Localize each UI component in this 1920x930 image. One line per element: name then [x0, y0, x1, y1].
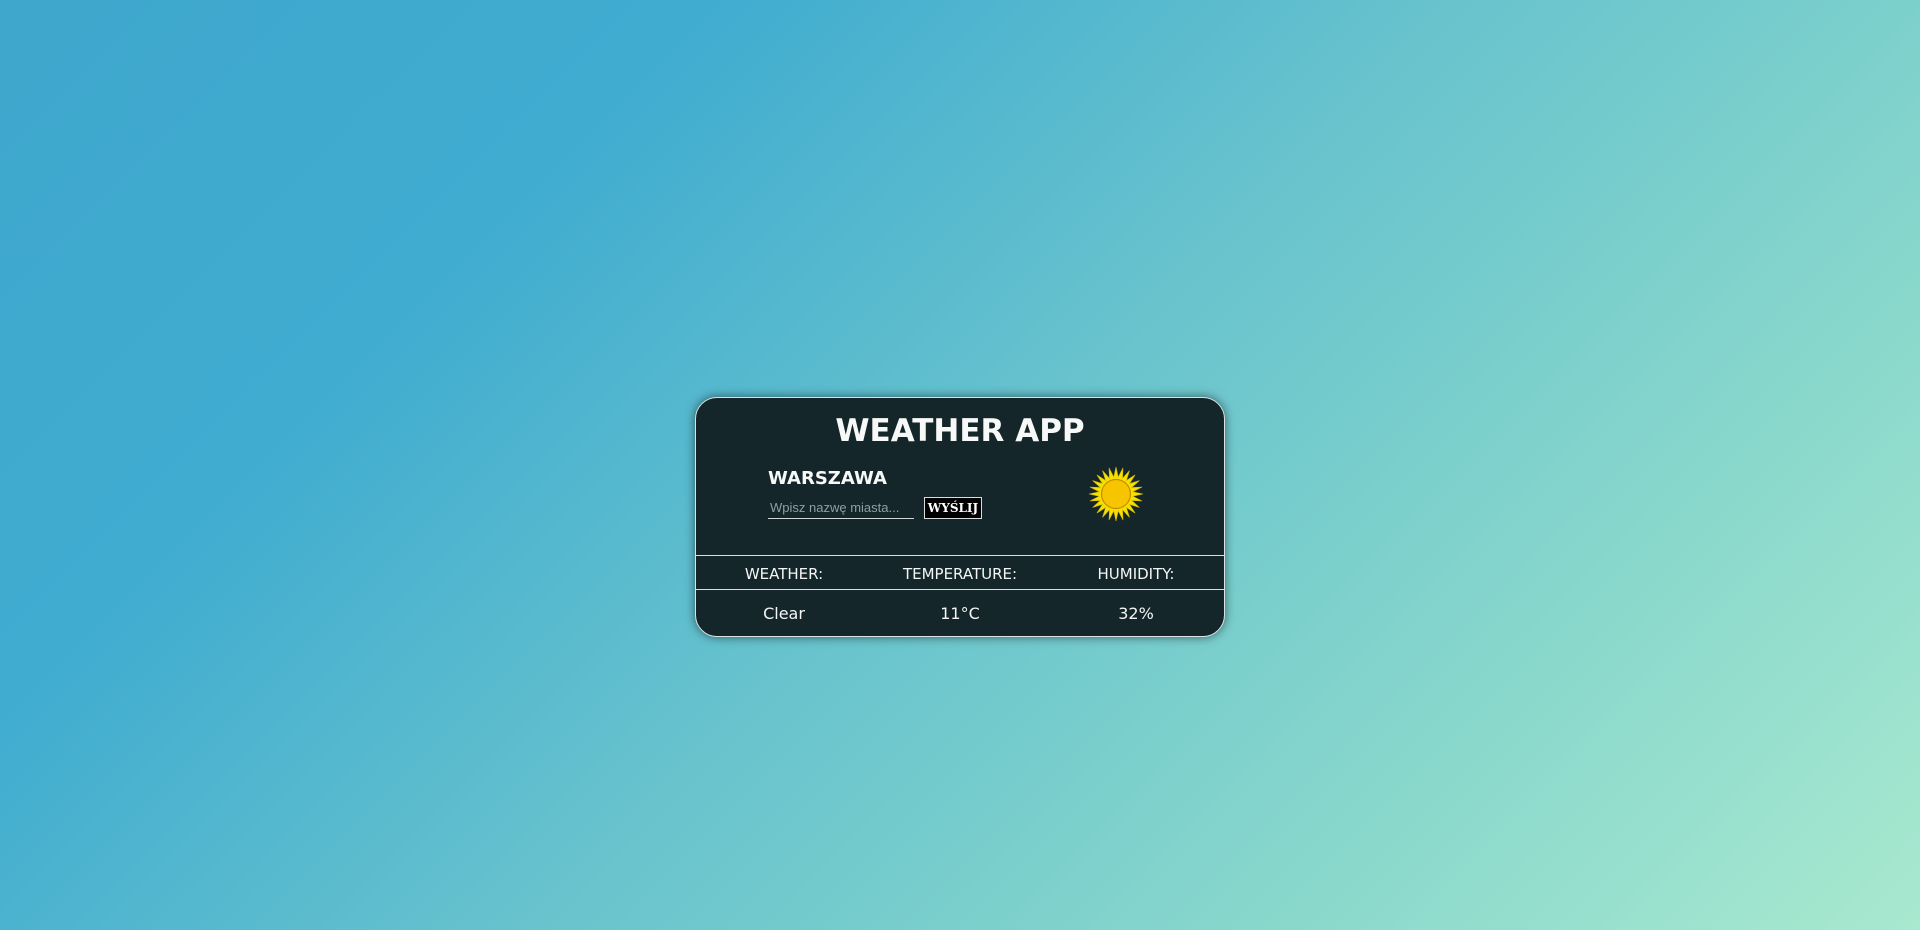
table-divider-top: [696, 555, 1224, 556]
humidity-header: HUMIDITY:: [1097, 565, 1175, 583]
temperature-value: 11°C: [940, 604, 980, 623]
app-title: WEATHER APP: [835, 413, 1085, 449]
weather-header: WEATHER:: [744, 565, 824, 583]
weather-value: Clear: [763, 604, 805, 623]
sun-icon: [1088, 466, 1144, 522]
city-search-input[interactable]: [768, 497, 914, 519]
city-name: WARSZAWA: [768, 468, 887, 489]
weather-card: WEATHER APP WARSZAWA WYŚLIJ WEATHER: TEM…: [695, 397, 1225, 637]
temperature-header: TEMPERATURE:: [902, 565, 1018, 583]
table-divider-bottom: [696, 589, 1224, 590]
send-button[interactable]: WYŚLIJ: [924, 497, 982, 519]
humidity-value: 32%: [1118, 604, 1154, 623]
